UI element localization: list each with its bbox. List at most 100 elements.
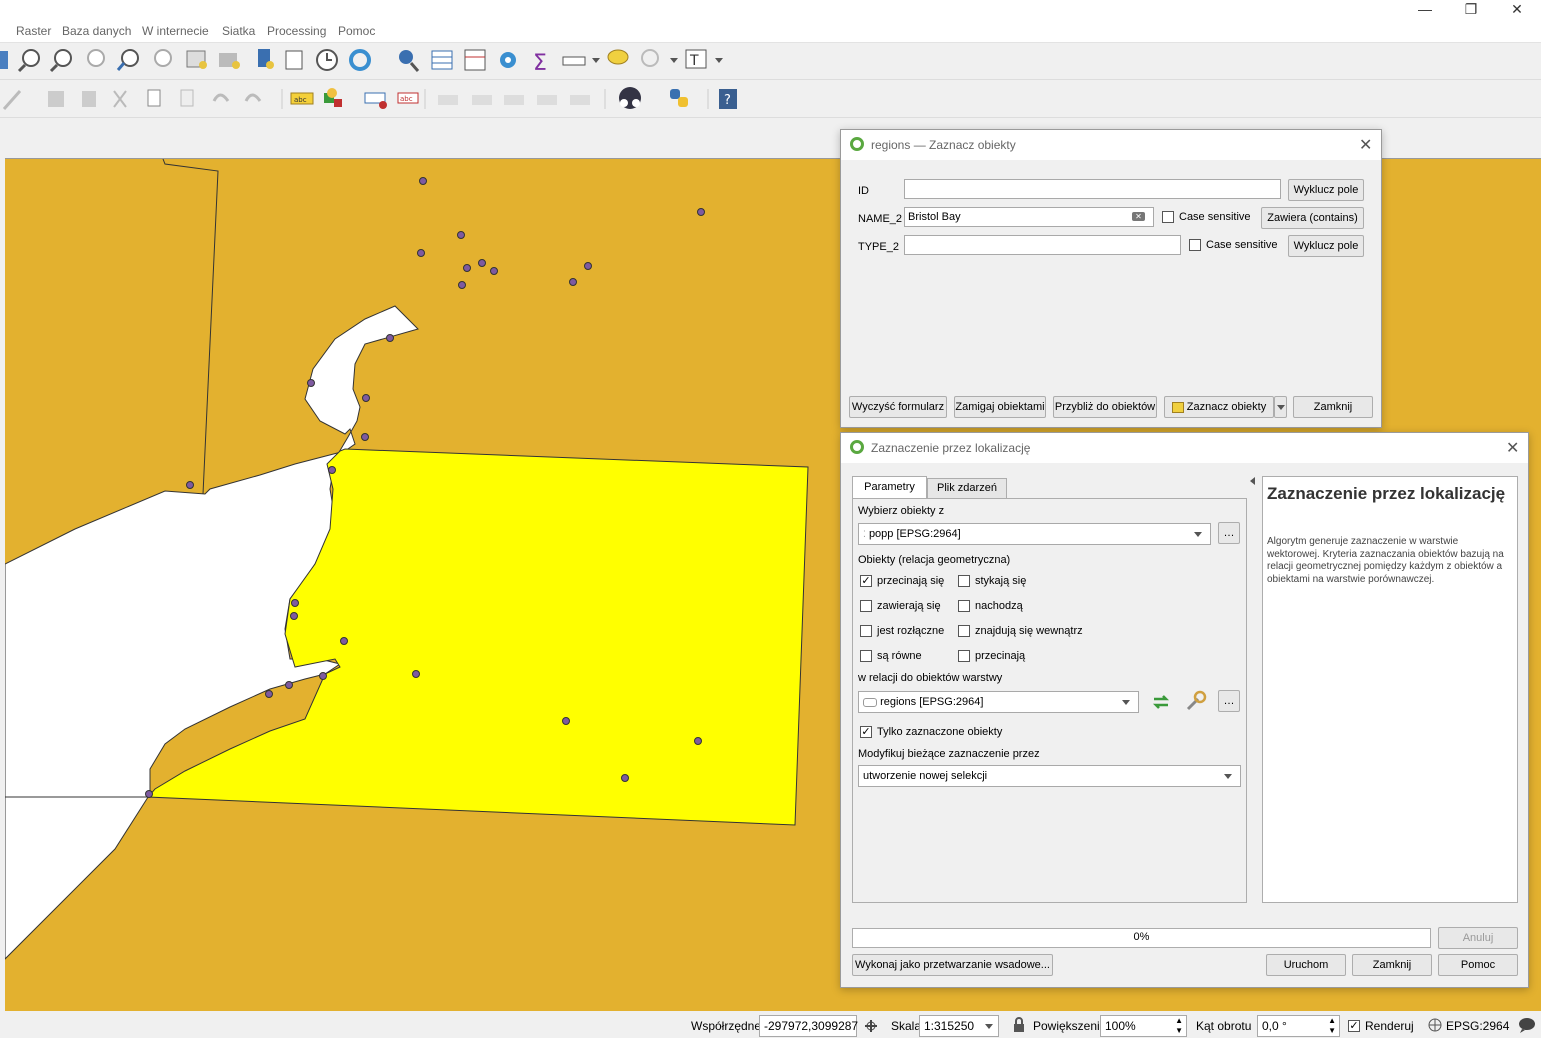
compare-layer-combo[interactable]: regions [EPSG:2964] (858, 691, 1139, 713)
name2-case-sensitive-label: Case sensitive (1179, 211, 1251, 223)
id-exclude-button[interactable]: Wyklucz pole (1288, 179, 1364, 201)
menu-raster[interactable]: Raster (16, 24, 51, 38)
minimize-button[interactable]: — (1402, 0, 1448, 20)
predicate-disjoint-checkbox[interactable] (860, 625, 872, 637)
wrench-icon[interactable] (1183, 689, 1209, 713)
select-icon (1171, 401, 1184, 413)
tab-log[interactable]: Plik zdarzeń (927, 478, 1007, 499)
predicate-equal-checkbox[interactable] (860, 650, 872, 662)
flash-features-button[interactable]: Zamigaj obiektami (954, 396, 1046, 418)
select-from-browse-button[interactable]: … (1218, 522, 1240, 544)
svg-text:Σ: Σ (533, 51, 547, 76)
map-tips-icon (607, 49, 629, 65)
menu-bar: Raster Baza danych W internecie Siatka P… (0, 20, 1541, 43)
render-checkbox[interactable]: ✓ (1348, 1020, 1360, 1032)
close-button[interactable]: Zamknij (1352, 954, 1432, 976)
georeferencer-icon (619, 87, 641, 109)
menu-help[interactable]: Pomoc (338, 24, 375, 38)
name2-operator-button[interactable]: Zawiera (contains) (1261, 207, 1364, 229)
refresh-icon (349, 49, 371, 71)
tab-parameters[interactable]: Parametry (852, 476, 927, 499)
name2-input[interactable]: Bristol Bay (904, 207, 1154, 227)
select-from-combo[interactable]: ⁚ popp [EPSG:2964] (858, 523, 1211, 545)
combo-value: utworzenie nowej selekcji (863, 770, 988, 782)
menu-processing[interactable]: Processing (267, 24, 326, 38)
svg-text:?: ? (724, 93, 731, 108)
zoom-native-icon (87, 49, 105, 67)
menu-web[interactable]: W internecie (142, 24, 209, 38)
bookmarks-icon (285, 50, 303, 70)
crs-label[interactable]: EPSG:2964 (1446, 1019, 1509, 1033)
type2-case-sensitive-checkbox[interactable] (1189, 239, 1201, 251)
dialog-title-bar: Zaznaczenie przez lokalizację ✕ (841, 433, 1528, 463)
chevron-down-icon (1122, 700, 1130, 705)
predicate-touch-label: stykają się (975, 575, 1027, 587)
predicate-touch-checkbox[interactable] (958, 575, 970, 587)
cancel-button[interactable]: Anuluj (1438, 927, 1518, 949)
button-label: Zawiera (contains) (1267, 212, 1358, 224)
save-edits-icon (48, 91, 64, 107)
only-selected-checkbox[interactable]: ✓ (860, 726, 872, 738)
clear-field-icon[interactable]: ✕ (1132, 212, 1145, 221)
coordinate-field[interactable]: -297972,3099287 (759, 1015, 858, 1037)
chevron-down-icon (985, 1024, 993, 1029)
collapse-help-icon[interactable] (1250, 477, 1255, 485)
predicate-equal-label: są równe (877, 650, 922, 662)
name2-case-sensitive-checkbox[interactable] (1162, 211, 1174, 223)
svg-text:T: T (689, 53, 699, 69)
compare-label: w relacji do obiektów warstwy (858, 672, 1003, 684)
type2-input[interactable] (904, 235, 1181, 255)
help-title: Zaznaczenie przez lokalizację (1267, 484, 1506, 503)
type2-exclude-button[interactable]: Wyklucz pole (1288, 235, 1364, 257)
select-mode-dropdown[interactable] (1274, 396, 1287, 418)
undo-icon (212, 93, 230, 102)
id-input[interactable] (904, 179, 1281, 199)
magnifier-value: 100% (1105, 1019, 1136, 1033)
menu-mesh[interactable]: Siatka (222, 24, 255, 38)
magnifier-spinbox[interactable]: 100% ▲ ▼ (1100, 1015, 1187, 1037)
modify-selection-combo[interactable]: utworzenie nowej selekcji (858, 765, 1241, 787)
select-features-button[interactable]: Zaznacz obiekty (1164, 396, 1274, 418)
redo-icon (244, 93, 262, 102)
button-label: Wyklucz pole (1293, 240, 1359, 252)
editing-labels-toolbar: abc abc ? (0, 81, 1541, 118)
batch-process-button[interactable]: Wykonaj jako przetwarzanie wsadowe... (852, 954, 1053, 976)
predicate-intersect-checkbox[interactable]: ✓ (860, 575, 872, 587)
zoom-to-features-button[interactable]: Przybliż do obiektów (1053, 396, 1157, 418)
run-button[interactable]: Uruchom (1266, 954, 1346, 976)
predicate-cross-checkbox[interactable] (958, 650, 970, 662)
help-button[interactable]: Pomoc (1438, 954, 1518, 976)
close-window-button[interactable]: ✕ (1494, 0, 1540, 20)
field-label-name2: NAME_2 (858, 213, 903, 225)
relation-label: Obiekty (relacja geometryczna) (858, 554, 1011, 566)
predicate-contain-checkbox[interactable] (860, 600, 872, 612)
field-label-id: ID (858, 185, 869, 197)
close-dialog-button[interactable]: Zamknij (1293, 396, 1373, 418)
chevron-down-icon (1276, 405, 1285, 410)
button-label: Wyklucz pole (1293, 184, 1359, 196)
predicate-intersect-label: przecinają się (877, 575, 945, 587)
predicate-overlap-checkbox[interactable] (958, 600, 970, 612)
lock-icon[interactable] (1012, 1017, 1026, 1033)
status-bar: Współrzędne -297972,3099287 Skala 1:3152… (0, 1011, 1541, 1038)
close-icon[interactable]: ✕ (1359, 135, 1372, 155)
parameters-panel: Wybierz obiekty z ⁚ popp [EPSG:2964] … O… (852, 498, 1247, 903)
rotation-spinbox[interactable]: 0,0 ° ▲ ▼ (1257, 1015, 1340, 1037)
predicate-within-checkbox[interactable] (958, 625, 970, 637)
compare-browse-button[interactable]: … (1218, 690, 1240, 712)
label-edit-icon (570, 95, 590, 105)
maximize-button[interactable]: ❐ (1448, 0, 1494, 20)
messages-icon[interactable] (1518, 1017, 1536, 1033)
toggle-extents-icon[interactable] (862, 1017, 880, 1035)
combo-value: popp [EPSG:2964] (868, 528, 961, 540)
iterate-icon[interactable] (1149, 691, 1173, 713)
statistics-icon: Σ (533, 51, 547, 76)
spin-arrows-icon: ▲ ▼ (1328, 1016, 1336, 1035)
zoom-full-icon (116, 49, 139, 71)
clear-form-button[interactable]: Wyczyść formularz (849, 396, 947, 418)
scale-combo[interactable]: 1:315250 (919, 1015, 999, 1037)
zoom-selection-icon (154, 49, 172, 67)
menu-database[interactable]: Baza danych (62, 24, 131, 38)
close-icon[interactable]: ✕ (1506, 438, 1519, 458)
globe-icon[interactable] (1428, 1018, 1442, 1032)
